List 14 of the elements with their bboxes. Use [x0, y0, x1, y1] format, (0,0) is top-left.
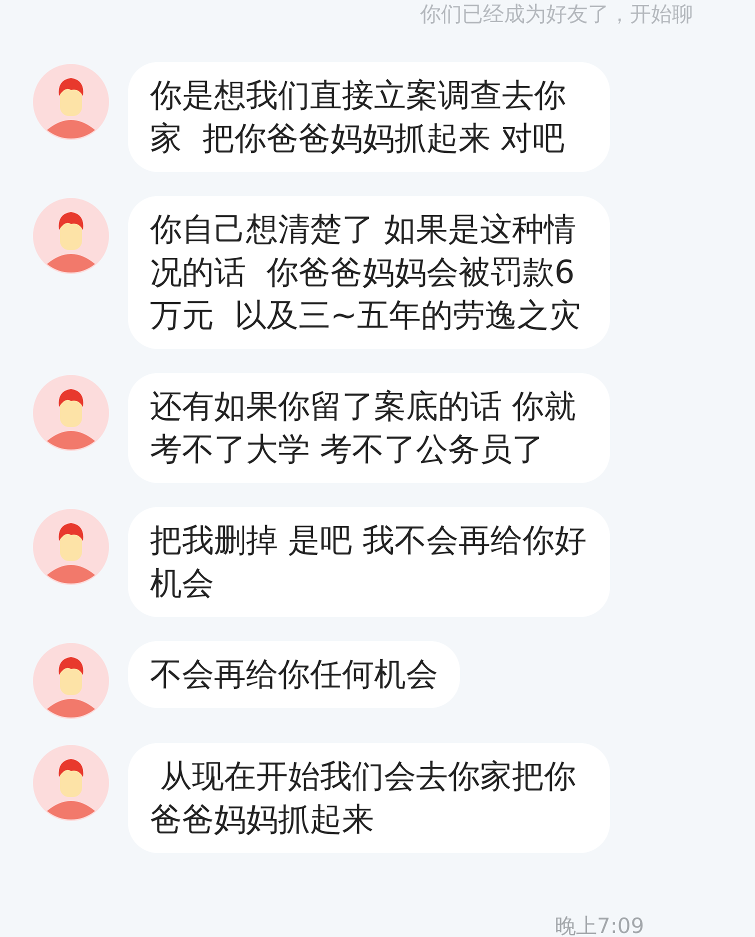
message-bubble: 你自己想清楚了 如果是这种情况的话 你爸爸妈妈会被罚款6万元 以及三~五年的劳逸之灾 — [128, 196, 610, 349]
system-notice: 你们已经成为好友了，开始聊 — [420, 1, 693, 28]
message-time: 晚上7:09 — [555, 913, 644, 937]
message-bubble: 还有如果你留了案底的话 你就考不了大学 考不了公务员了 — [128, 373, 610, 483]
avatar-icon[interactable] — [33, 375, 109, 451]
message-bubble: 把我删掉 是吧 我不会再给你好机会 — [128, 507, 610, 617]
avatar-icon[interactable] — [33, 643, 109, 719]
message-bubble: 你是想我们直接立案调查去你家 把你爸爸妈妈抓起来 对吧 — [128, 62, 610, 172]
avatar-icon[interactable] — [33, 64, 109, 140]
avatar-icon[interactable] — [33, 509, 109, 585]
avatar-icon[interactable] — [33, 198, 109, 274]
message-bubble: 不会再给你任何机会 — [128, 641, 460, 708]
avatar-icon[interactable] — [33, 745, 109, 821]
message-bubble: 从现在开始我们会去你家把你爸爸妈妈抓起来 — [128, 743, 610, 853]
